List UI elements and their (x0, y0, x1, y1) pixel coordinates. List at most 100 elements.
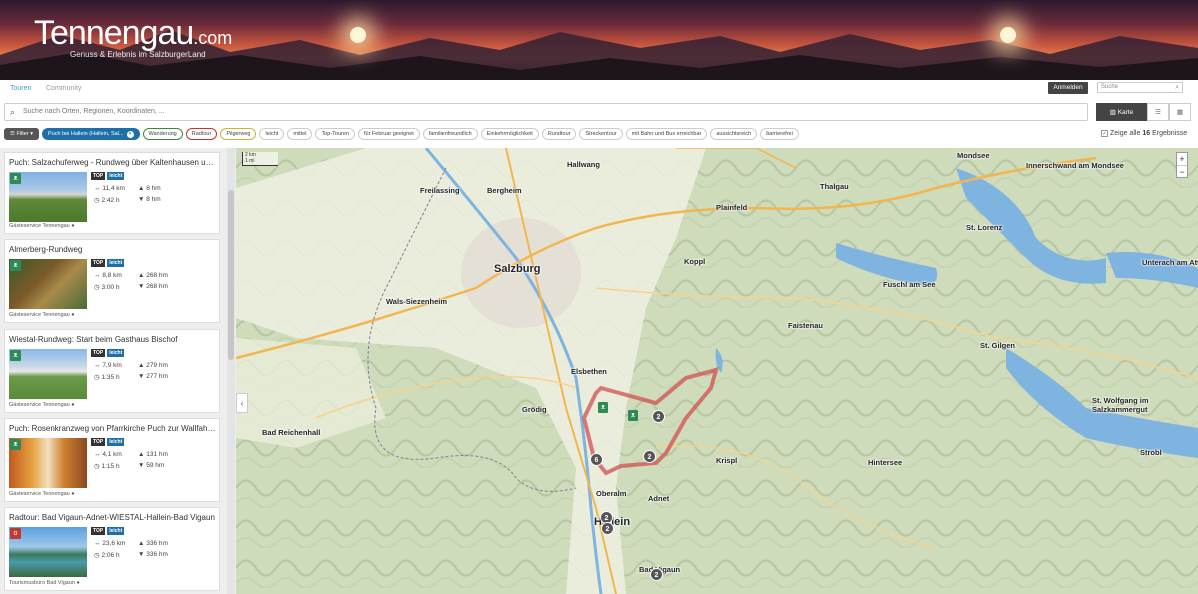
tour-source[interactable]: Gästeservice Tennengau ● (9, 312, 75, 318)
place-label: Plainfeld (716, 203, 748, 212)
chip-aussichtsreich[interactable]: aussichtsreich (710, 128, 758, 140)
info-icon: ● (71, 402, 75, 408)
chip-einkehr[interactable]: Einkehrmöglichkeit (480, 128, 539, 140)
show-all-count: 16 (1142, 130, 1151, 137)
tour-card[interactable]: Wiestal-Rundweg: Start beim Gasthaus Bis… (4, 329, 220, 413)
map-scale: 2 km 1 mi (242, 152, 278, 166)
tour-title[interactable]: Puch: Rosenkranzweg von Pfarrkirche Puch… (9, 424, 217, 433)
clock-icon: ◷ (94, 197, 100, 204)
distance-stat: ↔ 7,9 km (94, 362, 122, 369)
descent-value: 59 hm (146, 462, 165, 469)
map-view-button[interactable]: ▥ Karte (1096, 103, 1147, 121)
tour-card[interactable]: Puch: Salzachuferweg - Rundweg über Kalt… (4, 152, 220, 234)
tour-source[interactable]: Gästeservice Tennengau ● (9, 491, 75, 497)
duration-value: 3:00 h (101, 284, 120, 291)
logo-name: Tennengau (34, 14, 194, 52)
chip-mittel[interactable]: mittel (287, 128, 313, 140)
close-icon[interactable]: ✕ (126, 131, 134, 138)
tour-title[interactable]: Puch: Salzachuferweg - Rundweg über Kalt… (9, 158, 217, 167)
chip-radtour[interactable]: Radtour (185, 128, 218, 140)
ascent-stat: ▲ 268 hm (138, 272, 168, 279)
chip-barrierefrei[interactable]: barrierefrei (760, 128, 799, 140)
checkbox-icon[interactable]: ✓ (1101, 130, 1108, 137)
place-filter-chip[interactable]: Puch bei Hallein (Hallein, Sal... ✕ (42, 128, 140, 140)
site-logo[interactable]: Tennengau.com Genuss & Erlebnis im Salzb… (34, 14, 232, 59)
map-cluster-marker[interactable]: 2 (601, 522, 614, 535)
descent-stat: ▼ 277 hm (138, 373, 168, 380)
view-toggle: ▥ Karte ☰ ▦ (1096, 103, 1191, 121)
top-badge: TOP (91, 349, 106, 357)
duration-stat: ◷ 3:00 h (94, 283, 120, 291)
tab-touren[interactable]: Touren (10, 85, 31, 92)
chip-streckentour[interactable]: Streckentour (579, 128, 623, 140)
sun-glow-left (350, 27, 366, 43)
difficulty-badge: leicht (107, 349, 125, 357)
bike-icon: ᴏ (10, 528, 21, 539)
tour-card[interactable]: Puch: Rosenkranzweg von Pfarrkirche Puch… (4, 418, 220, 502)
list-scrollbar-thumb[interactable] (228, 190, 234, 360)
login-button[interactable]: Anmelden (1048, 82, 1088, 94)
source-label: Gästeservice Tennengau (9, 402, 70, 408)
distance-stat: ↔ 23,6 km (94, 540, 125, 547)
chip-bahn-bus[interactable]: mit Bahn und Bus erreichbar (625, 128, 708, 140)
ascent-value: 268 hm (146, 272, 168, 279)
chip-wanderung[interactable]: Wanderung (142, 128, 183, 140)
scale-mi: 1 mi (245, 158, 255, 164)
hiking-pin-icon[interactable]: ᴥ (598, 402, 608, 413)
search-icon[interactable]: ⌕ (1175, 83, 1179, 92)
descent-value: 268 hm (146, 283, 168, 290)
zoom-out-button[interactable]: − (1177, 165, 1187, 177)
map-cluster-marker[interactable]: 2 (650, 568, 663, 581)
tab-community[interactable]: Community (46, 85, 81, 92)
difficulty-badge: leicht (107, 438, 125, 446)
duration-stat: ◷ 1:35 h (94, 373, 120, 381)
descent-icon: ▼ (138, 373, 145, 380)
distance-icon: ↔ (94, 540, 101, 547)
chip-rundtour[interactable]: Rundtour (541, 128, 577, 140)
show-all-suffix: Ergebnisse (1152, 130, 1188, 137)
grid-icon: ▦ (1176, 109, 1184, 116)
zoom-controls: + − (1176, 152, 1188, 178)
zoom-in-button[interactable]: + (1177, 153, 1187, 165)
chip-familienfreundlich[interactable]: familienfreundlich (422, 128, 478, 140)
filter-button[interactable]: ☰ Filter ▾ (4, 128, 39, 140)
show-all-toggle[interactable]: ✓ Zeige alle 16 Ergebnisse (1101, 130, 1187, 137)
tour-source[interactable]: Tourismusbüro Bad Vigaun ● (9, 580, 80, 586)
chip-leicht[interactable]: leicht (259, 128, 285, 140)
duration-stat: ◷ 1:15 h (94, 462, 120, 470)
hiking-pin-icon[interactable]: ᴥ (628, 410, 638, 421)
place-label: Wals-Siezenheim (386, 297, 447, 306)
hiking-icon: ᴥ (10, 439, 21, 450)
distance-value: 8,8 km (102, 272, 122, 279)
distance-value: 7,9 km (102, 362, 122, 369)
ascent-stat: ▲ 8 hm (138, 185, 161, 192)
map-cluster-marker[interactable]: 6 (590, 453, 603, 466)
tour-source[interactable]: Gästeservice Tennengau ● (9, 402, 75, 408)
descent-value: 277 hm (146, 373, 168, 380)
tour-source[interactable]: Gästeservice Tennengau ● (9, 223, 75, 229)
tour-title[interactable]: Wiestal-Rundweg: Start beim Gasthaus Bis… (9, 335, 217, 344)
top-badge: TOP (91, 527, 106, 535)
map-canvas[interactable] (236, 148, 1198, 594)
map-view[interactable]: Hallwang Freilassing Bergheim Salzburg P… (236, 148, 1198, 594)
site-search-input[interactable]: Suche ⌕ (1097, 82, 1183, 93)
map-cluster-marker[interactable]: 2 (652, 410, 665, 423)
header-banner: Tennengau.com Genuss & Erlebnis im Salzb… (0, 0, 1198, 80)
place-label: Mondsee (957, 151, 990, 160)
top-badge: TOP (91, 438, 106, 446)
map-cluster-marker[interactable]: 2 (643, 450, 656, 463)
tour-card[interactable]: Radtour: Bad Vigaun-Adnet-WIESTAL-Hallei… (4, 507, 220, 591)
chip-pilgerweg[interactable]: Pilgerweg (220, 128, 257, 140)
tour-title[interactable]: Almerberg-Rundweg (9, 245, 217, 254)
place-label: Strobl (1140, 448, 1162, 457)
location-search-input[interactable]: ⌕ Suche nach Orten, Regionen, Koordinate… (4, 103, 1088, 121)
tour-card[interactable]: Almerberg-Rundweg ᴥ TOP leicht ↔ 8,8 km ▲ 268… (4, 239, 220, 323)
tour-title[interactable]: Radtour: Bad Vigaun-Adnet-WIESTAL-Hallei… (9, 513, 217, 522)
descent-icon: ▼ (138, 196, 145, 203)
hiking-icon: ᴥ (10, 350, 21, 361)
list-view-button[interactable]: ☰ (1147, 103, 1169, 121)
grid-view-button[interactable]: ▦ (1169, 103, 1191, 121)
chip-top-touren[interactable]: Top-Touren (315, 128, 355, 140)
collapse-list-button[interactable]: ‹ (236, 393, 248, 413)
chip-februar[interactable]: für Februar geeignet (358, 128, 420, 140)
